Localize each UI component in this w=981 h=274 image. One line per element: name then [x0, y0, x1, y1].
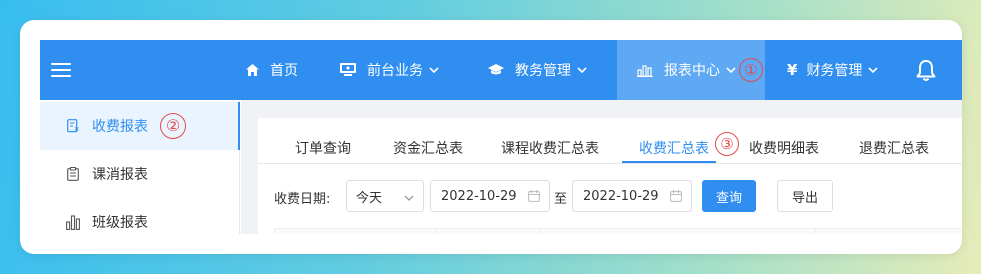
- chevron-down-icon: [404, 190, 414, 205]
- bar-chart-icon: [64, 214, 82, 230]
- graduation-cap-icon: [488, 64, 504, 76]
- nav-item-reports[interactable]: 报表中心 ①: [617, 40, 765, 100]
- bar-chart-icon: [637, 64, 653, 77]
- table-header: [274, 228, 962, 234]
- nav-item-label: 首页: [270, 63, 298, 79]
- annotation-marker: ③: [715, 132, 739, 156]
- sidebar-item-consumption-report[interactable]: 课消报表: [40, 150, 240, 198]
- end-date-value: 2022-10-29: [583, 188, 659, 204]
- screenshot-card: 首页 前台业务 教务管理 报表中心 ① ¥ 财务管理 ¥ 收费报表 ② 课消报表…: [20, 20, 962, 254]
- range-separator: 至: [554, 192, 568, 207]
- nav-item-label: 财务管理: [806, 63, 863, 79]
- report-panel: 订单查询 资金汇总表 课程收费汇总表 收费汇总表 ③ 收费明细表 退费汇总表 收…: [258, 118, 962, 234]
- clipboard-icon: [64, 167, 82, 181]
- nav-item-front-desk[interactable]: 前台业务: [340, 40, 439, 100]
- chevron-down-icon: [577, 67, 587, 73]
- query-button[interactable]: 查询: [702, 180, 756, 212]
- nav-item-label: 教务管理: [515, 63, 571, 79]
- export-button[interactable]: 导出: [777, 180, 833, 212]
- nav-item-academic[interactable]: 教务管理: [488, 40, 587, 100]
- date-range-select[interactable]: 今天: [346, 180, 424, 212]
- nav-item-label: 前台业务: [367, 63, 423, 79]
- home-icon: [246, 64, 259, 76]
- tab-course-fee-summary[interactable]: 课程收费汇总表: [501, 138, 599, 164]
- tab-refund-summary[interactable]: 退费汇总表: [859, 138, 929, 164]
- nav-item-home[interactable]: 首页: [246, 40, 298, 100]
- fee-date-label: 收费日期:: [274, 192, 331, 207]
- tab-label: 收费汇总表: [639, 141, 709, 157]
- monitor-icon: [340, 63, 356, 77]
- bell-icon[interactable]: [916, 59, 936, 86]
- filter-bar: 收费日期: 今天 2022-10-29 至 2022-10-29 查询 导出: [258, 180, 962, 212]
- sidebar: ¥ 收费报表 ② 课消报表 班级报表: [40, 100, 240, 234]
- annotation-marker: ①: [739, 58, 763, 82]
- sidebar-item-class-report[interactable]: 班级报表: [40, 198, 240, 234]
- svg-text:¥: ¥: [74, 126, 79, 133]
- receipt-icon: ¥: [64, 119, 82, 133]
- report-tabs: 订单查询 资金汇总表 课程收费汇总表 收费汇总表 ③ 收费明细表 退费汇总表: [258, 118, 962, 164]
- tab-order-query[interactable]: 订单查询: [295, 138, 351, 164]
- active-tab-indicator: [622, 161, 716, 163]
- tab-fund-summary[interactable]: 资金汇总表: [393, 138, 463, 164]
- chevron-down-icon: [726, 67, 736, 73]
- chevron-down-icon: [429, 67, 439, 73]
- date-range-value: 今天: [356, 190, 383, 206]
- start-date-value: 2022-10-29: [441, 188, 517, 204]
- sidebar-item-label: 班级报表: [92, 215, 148, 231]
- sidebar-item-fee-report[interactable]: ¥ 收费报表 ②: [40, 102, 240, 150]
- nav-item-finance[interactable]: ¥ 财务管理: [787, 40, 879, 100]
- sidebar-item-label: 课消报表: [92, 167, 148, 183]
- start-date-input[interactable]: 2022-10-29: [430, 180, 550, 212]
- yen-icon: ¥: [787, 61, 798, 79]
- app-window: 首页 前台业务 教务管理 报表中心 ① ¥ 财务管理 ¥ 收费报表 ② 课消报表…: [40, 40, 962, 234]
- top-navbar: 首页 前台业务 教务管理 报表中心 ① ¥ 财务管理: [40, 40, 962, 100]
- sidebar-item-label: 收费报表: [92, 119, 148, 135]
- tab-fee-detail[interactable]: 收费明细表: [749, 138, 819, 164]
- calendar-icon: [670, 190, 682, 206]
- nav-item-label: 报表中心: [664, 63, 720, 79]
- end-date-input[interactable]: 2022-10-29: [572, 180, 692, 212]
- chevron-down-icon: [868, 67, 879, 73]
- calendar-icon: [528, 190, 540, 206]
- menu-toggle-icon[interactable]: [51, 63, 71, 77]
- annotation-marker: ②: [160, 113, 186, 139]
